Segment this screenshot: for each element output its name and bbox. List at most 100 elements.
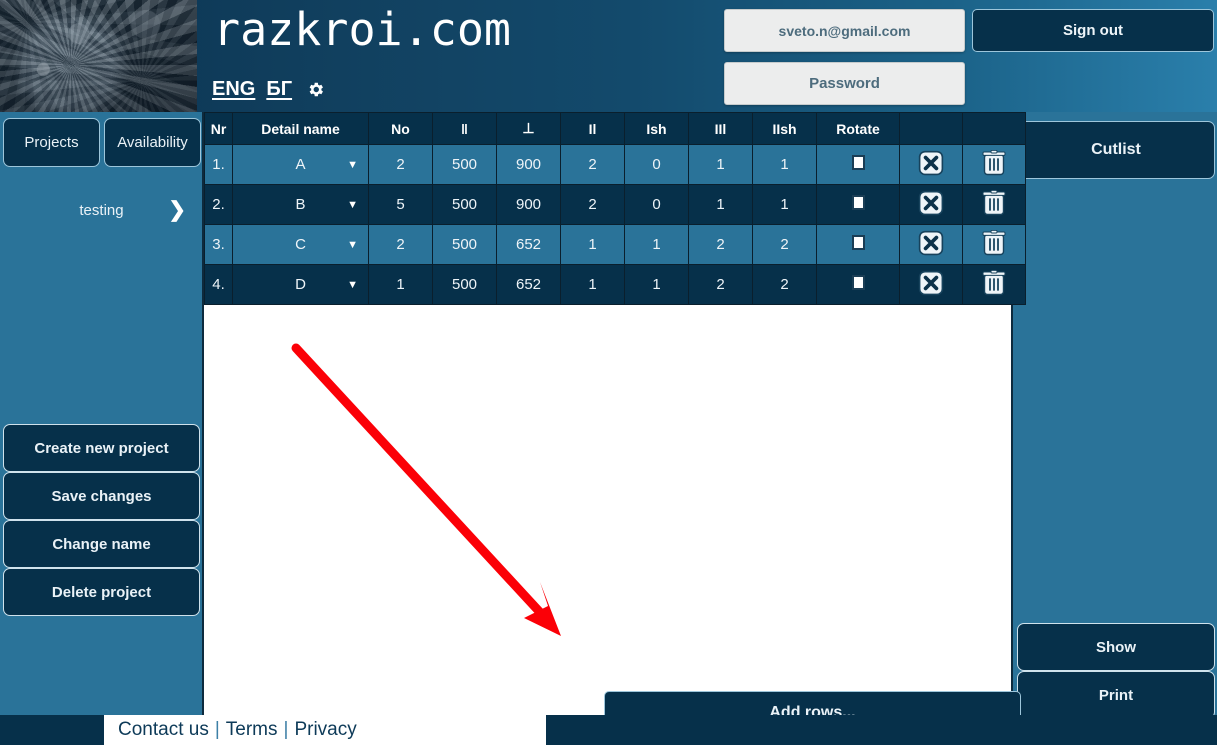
cell-rotate[interactable] — [816, 224, 900, 265]
footer-separator-1: | — [214, 719, 220, 740]
cell-iil[interactable]: 2 — [688, 224, 753, 265]
chevron-down-icon[interactable]: ▼ — [347, 279, 358, 291]
trash-icon[interactable] — [982, 189, 1006, 216]
chevron-right-icon: ❯ — [168, 198, 186, 222]
trash-icon[interactable] — [982, 149, 1006, 176]
tab-availability[interactable]: Availability — [104, 118, 201, 167]
sidebar-actions: Create new project Save changes Change n… — [3, 424, 200, 616]
create-new-project-button[interactable]: Create new project — [3, 424, 200, 472]
cell-iil[interactable]: 2 — [688, 264, 753, 305]
footer-privacy-link[interactable]: Privacy — [294, 719, 356, 741]
cell-delete-row[interactable] — [962, 264, 1026, 305]
show-button[interactable]: Show — [1017, 623, 1215, 671]
x-box-icon[interactable] — [918, 190, 944, 216]
cell-perpendicular[interactable]: 652 — [496, 224, 561, 265]
chevron-down-icon[interactable]: ▼ — [347, 199, 358, 211]
cell-ish[interactable]: 1 — [624, 264, 689, 305]
left-sidebar: Projects Availability testing ❯ Create n… — [0, 112, 204, 715]
table-row: 1. A ▼ 2 500 900 2 0 1 1 — [204, 144, 1026, 185]
lang-eng-link[interactable]: ENG — [212, 78, 255, 101]
cell-clear-row[interactable] — [899, 184, 963, 225]
cell-ish[interactable]: 0 — [624, 184, 689, 225]
col-header-iish: IIsh — [752, 112, 817, 145]
cell-parallel[interactable]: 500 — [432, 184, 497, 225]
lang-bg-link[interactable]: БГ — [266, 78, 292, 101]
email-field[interactable]: sveto.n@gmail.com — [724, 9, 965, 52]
rotate-checkbox[interactable] — [851, 195, 865, 210]
brand-title: razkroi.com — [213, 3, 512, 56]
cell-delete-row[interactable] — [962, 144, 1026, 185]
cell-no[interactable]: 5 — [368, 184, 433, 225]
x-box-icon[interactable] — [918, 150, 944, 176]
cell-detail-name[interactable]: B ▼ — [232, 184, 369, 225]
main-content: Nr Detail name No ‖ ⊥ Il Ish IIl IIsh Ro… — [204, 112, 1026, 745]
cell-ish[interactable]: 1 — [624, 224, 689, 265]
password-field[interactable]: Password — [724, 62, 965, 105]
col-header-clear — [899, 112, 963, 145]
cell-nr: 4. — [204, 264, 233, 305]
save-changes-button[interactable]: Save changes — [3, 472, 200, 520]
cell-iish[interactable]: 2 — [752, 264, 817, 305]
col-header-iil: IIl — [688, 112, 753, 145]
cell-iil[interactable]: 1 — [688, 144, 753, 185]
cell-clear-row[interactable] — [899, 144, 963, 185]
table-row: 4. D ▼ 1 500 652 1 1 2 2 — [204, 264, 1026, 305]
detail-name-value: B — [295, 196, 306, 213]
rotate-checkbox[interactable] — [851, 235, 865, 250]
change-name-button[interactable]: Change name — [3, 520, 200, 568]
cell-iish[interactable]: 1 — [752, 144, 817, 185]
cell-rotate[interactable] — [816, 184, 900, 225]
x-box-icon[interactable] — [918, 270, 944, 296]
project-list-item-testing[interactable]: testing ❯ — [3, 178, 200, 243]
detail-name-value: C — [295, 236, 306, 253]
cell-il[interactable]: 2 — [560, 144, 625, 185]
cell-parallel[interactable]: 500 — [432, 144, 497, 185]
print-button[interactable]: Print — [1017, 671, 1215, 719]
tab-projects[interactable]: Projects — [3, 118, 100, 167]
delete-project-button[interactable]: Delete project — [3, 568, 200, 616]
cell-detail-name[interactable]: A ▼ — [232, 144, 369, 185]
col-header-delete — [962, 112, 1026, 145]
chevron-down-icon[interactable]: ▼ — [347, 159, 358, 171]
cell-clear-row[interactable] — [899, 224, 963, 265]
sign-out-button[interactable]: Sign out — [972, 9, 1214, 52]
rotate-checkbox[interactable] — [851, 155, 865, 170]
footer-contact-us-link[interactable]: Contact us — [118, 719, 209, 741]
cell-detail-name[interactable]: D ▼ — [232, 264, 369, 305]
cell-perpendicular[interactable]: 900 — [496, 144, 561, 185]
trash-icon[interactable] — [982, 229, 1006, 256]
cell-rotate[interactable] — [816, 264, 900, 305]
cell-no[interactable]: 1 — [368, 264, 433, 305]
cell-iish[interactable]: 1 — [752, 184, 817, 225]
cell-parallel[interactable]: 500 — [432, 224, 497, 265]
x-box-icon[interactable] — [918, 230, 944, 256]
cell-iish[interactable]: 2 — [752, 224, 817, 265]
cell-delete-row[interactable] — [962, 184, 1026, 225]
trash-icon[interactable] — [982, 269, 1006, 296]
cell-iil[interactable]: 1 — [688, 184, 753, 225]
cell-il[interactable]: 2 — [560, 184, 625, 225]
rotate-checkbox[interactable] — [851, 275, 865, 290]
cell-ish[interactable]: 0 — [624, 144, 689, 185]
cell-detail-name[interactable]: C ▼ — [232, 224, 369, 265]
cell-perpendicular[interactable]: 652 — [496, 264, 561, 305]
cell-il[interactable]: 1 — [560, 224, 625, 265]
app-root: razkroi.com ENG БГ sveto.n@gmail.com Pas… — [0, 0, 1217, 745]
cell-parallel[interactable]: 500 — [432, 264, 497, 305]
gear-icon[interactable] — [306, 80, 325, 99]
cutlist-button[interactable]: Cutlist — [1017, 121, 1215, 179]
cell-delete-row[interactable] — [962, 224, 1026, 265]
footer-terms-link[interactable]: Terms — [226, 719, 278, 741]
cell-perpendicular[interactable]: 900 — [496, 184, 561, 225]
project-item-label: testing — [79, 201, 124, 219]
table-row: 3. C ▼ 2 500 652 1 1 2 2 — [204, 224, 1026, 265]
page-header: razkroi.com ENG БГ sveto.n@gmail.com Pas… — [0, 0, 1217, 112]
cell-no[interactable]: 2 — [368, 224, 433, 265]
footer-links: Contact us | Terms | Privacy — [118, 715, 357, 745]
chevron-down-icon[interactable]: ▼ — [347, 239, 358, 251]
cell-il[interactable]: 1 — [560, 264, 625, 305]
cell-rotate[interactable] — [816, 144, 900, 185]
cell-no[interactable]: 2 — [368, 144, 433, 185]
cell-clear-row[interactable] — [899, 264, 963, 305]
cell-nr: 1. — [204, 144, 233, 185]
